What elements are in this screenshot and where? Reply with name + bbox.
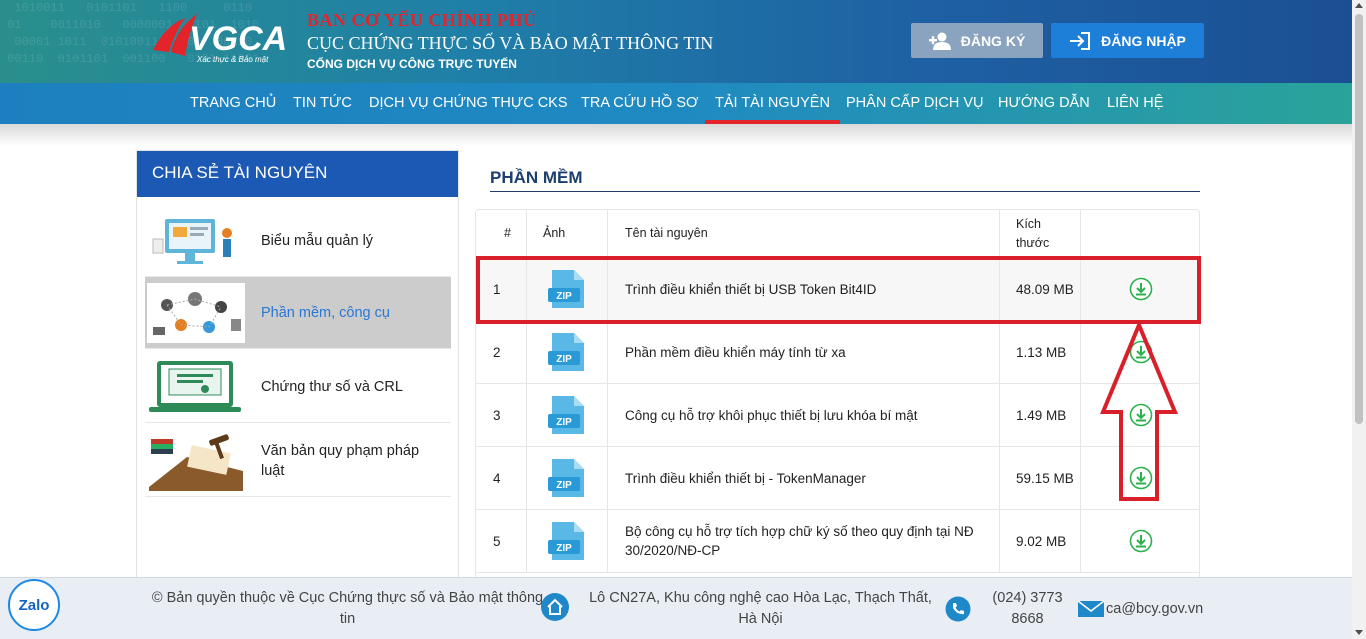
org-name: CỤC CHỨNG THỰC SỐ VÀ BẢO MẬT THÔNG TIN	[307, 33, 714, 53]
email-icon	[1077, 600, 1105, 617]
resource-name: Bộ công cụ hỗ trợ tích hợp chữ ký số the…	[608, 510, 1000, 572]
organization-names: BAN CƠ YẾU CHÍNH PHỦ CỤC CHỨNG THỰC SỐ V…	[307, 10, 713, 71]
logo-tagline: Xác thực & Bảo mật	[196, 55, 269, 64]
main-nav: TRANG CHỦ TIN TỨC DỊCH VỤ CHỨNG THỰC CKS…	[0, 83, 1352, 124]
register-button[interactable]: ĐĂNG KÝ	[911, 23, 1043, 58]
resource-name: Công cụ hỗ trợ khôi phục thiết bị lưu kh…	[608, 384, 1000, 446]
resource-size: 1.13 MB	[1000, 321, 1081, 383]
table-header-row: # Ảnh Tên tài nguyên Kích thước	[476, 210, 1199, 258]
scroll-up-arrow-icon[interactable]	[1355, 3, 1363, 8]
nav-item-news[interactable]: TIN TỨC	[293, 83, 352, 124]
sidebar-item-certificates[interactable]: Chứng thư số và CRL	[145, 351, 451, 423]
svg-text:ZIP: ZIP	[556, 543, 572, 554]
zalo-label: Zalo	[18, 596, 50, 614]
sidebar-item-software[interactable]: Phần mềm, công cụ	[145, 277, 451, 349]
section-title: PHẦN MỀM	[490, 168, 583, 187]
column-header-num: #	[476, 210, 527, 257]
nav-item-downloads[interactable]: TẢI TÀI NGUYÊN	[705, 83, 840, 124]
forms-thumbnail-icon	[152, 219, 232, 264]
row-num: 2	[476, 321, 527, 383]
column-header-name: Tên tài nguyên	[608, 210, 1000, 257]
resource-name: Phần mềm điều khiển máy tính từ xa	[608, 321, 1000, 383]
column-header-size: Kích thước	[1000, 210, 1081, 257]
sidebar-item-label: Biểu mẫu quản lý	[261, 233, 374, 249]
zip-file-icon: ZIP	[527, 384, 608, 446]
nav-item-home[interactable]: TRANG CHỦ	[190, 83, 276, 124]
login-icon	[1070, 31, 1091, 50]
software-thumbnail-icon	[147, 283, 245, 343]
svg-text:ZIP: ZIP	[556, 354, 572, 365]
footer-address: Lô CN27A, Khu công nghệ cao Hòa Lạc, Thạ…	[589, 590, 932, 627]
sidebar-item-label: Văn bản quy phạm pháp luật	[261, 443, 420, 479]
sidebar-title: CHIA SẺ TÀI NGUYÊN	[137, 151, 458, 197]
nav-item-service-levels[interactable]: PHÂN CẤP DỊCH VỤ	[846, 83, 984, 124]
nav-shadow	[0, 124, 1352, 146]
gov-name: BAN CƠ YẾU CHÍNH PHỦ	[307, 10, 537, 30]
row-num: 5	[476, 510, 527, 572]
nav-item-lookup[interactable]: TRA CỨU HỒ SƠ	[581, 83, 698, 124]
sidebar-item-forms[interactable]: Biểu mẫu quản lý	[145, 205, 451, 277]
table-row: 2 ZIP Phần mềm điều khiển máy tính từ xa…	[476, 321, 1199, 384]
nav-item-guide[interactable]: HƯỚNG DẪN	[998, 83, 1090, 124]
resource-name: Trình điều khiển thiết bị - TokenManager	[608, 447, 1000, 509]
register-label: ĐĂNG KÝ	[960, 32, 1026, 49]
column-header-image: Ảnh	[527, 210, 608, 257]
download-button[interactable]	[1081, 510, 1199, 572]
zip-file-icon: ZIP	[527, 321, 608, 383]
portal-name: CỔNG DỊCH VỤ CÔNG TRỰC TUYẾN	[307, 57, 517, 71]
phone-icon	[945, 596, 971, 622]
nav-item-contact[interactable]: LIÊN HỆ	[1107, 83, 1163, 124]
svg-text:ZIP: ZIP	[556, 480, 572, 491]
scroll-down-arrow-icon[interactable]	[1355, 630, 1363, 635]
up-arrow-annotation	[1100, 322, 1178, 501]
logo-text: VGCA	[189, 20, 285, 58]
nav-item-cks-services[interactable]: DỊCH VỤ CHỨNG THỰC CKS	[369, 83, 568, 124]
row-num: 3	[476, 384, 527, 446]
sidebar-item-label: Phần mềm, công cụ	[261, 305, 390, 321]
zip-file-icon: ZIP	[527, 447, 608, 509]
resource-size: 59.15 MB	[1000, 447, 1081, 509]
add-user-icon	[928, 32, 951, 50]
site-footer: © Bản quyền thuộc về Cục Chứng thực số v…	[0, 577, 1352, 639]
login-button[interactable]: ĐĂNG NHẬP	[1051, 23, 1204, 58]
legal-thumbnail-icon	[147, 431, 245, 491]
section-divider	[490, 191, 1200, 192]
site-header: 1010011 0101101 1100 0110 01 0011010 000…	[0, 0, 1352, 83]
table-row: 5 ZIP Bộ công cụ hỗ trợ tích hợp chữ ký …	[476, 510, 1199, 573]
sidebar-item-label: Chứng thư số và CRL	[261, 379, 403, 395]
resource-size: 9.02 MB	[1000, 510, 1081, 572]
highlight-box	[476, 256, 1201, 324]
resource-size: 1.49 MB	[1000, 384, 1081, 446]
resource-sidebar: CHIA SẺ TÀI NGUYÊN Biểu mẫu quản lý Phần…	[136, 150, 459, 580]
home-icon	[541, 593, 569, 621]
column-header-download	[1081, 210, 1199, 257]
scrollbar-thumb[interactable]	[1355, 14, 1363, 424]
svg-text:ZIP: ZIP	[556, 417, 572, 428]
table-row: 4 ZIP Trình điều khiển thiết bị - TokenM…	[476, 447, 1199, 510]
page-scrollbar[interactable]	[1352, 0, 1366, 639]
sidebar-item-legal-documents[interactable]: Văn bản quy phạm pháp luật	[145, 425, 451, 497]
certificate-thumbnail-icon	[149, 361, 241, 412]
zip-file-icon: ZIP	[527, 510, 608, 572]
footer-phone[interactable]: (024) 3773 8668	[985, 588, 1070, 630]
zalo-chat-button[interactable]: Zalo	[8, 579, 60, 631]
download-icon	[1129, 529, 1153, 553]
site-logo[interactable]: VGCA Xác thực & Bảo mật	[145, 6, 287, 64]
table-row: 3 ZIP Công cụ hỗ trợ khôi phục thiết bị …	[476, 384, 1199, 447]
footer-email[interactable]: ca@bcy.gov.vn	[1106, 599, 1203, 620]
login-label: ĐĂNG NHẬP	[1101, 32, 1186, 49]
footer-copyright: © Bản quyền thuộc về Cục Chứng thực số v…	[151, 590, 544, 627]
row-num: 4	[476, 447, 527, 509]
